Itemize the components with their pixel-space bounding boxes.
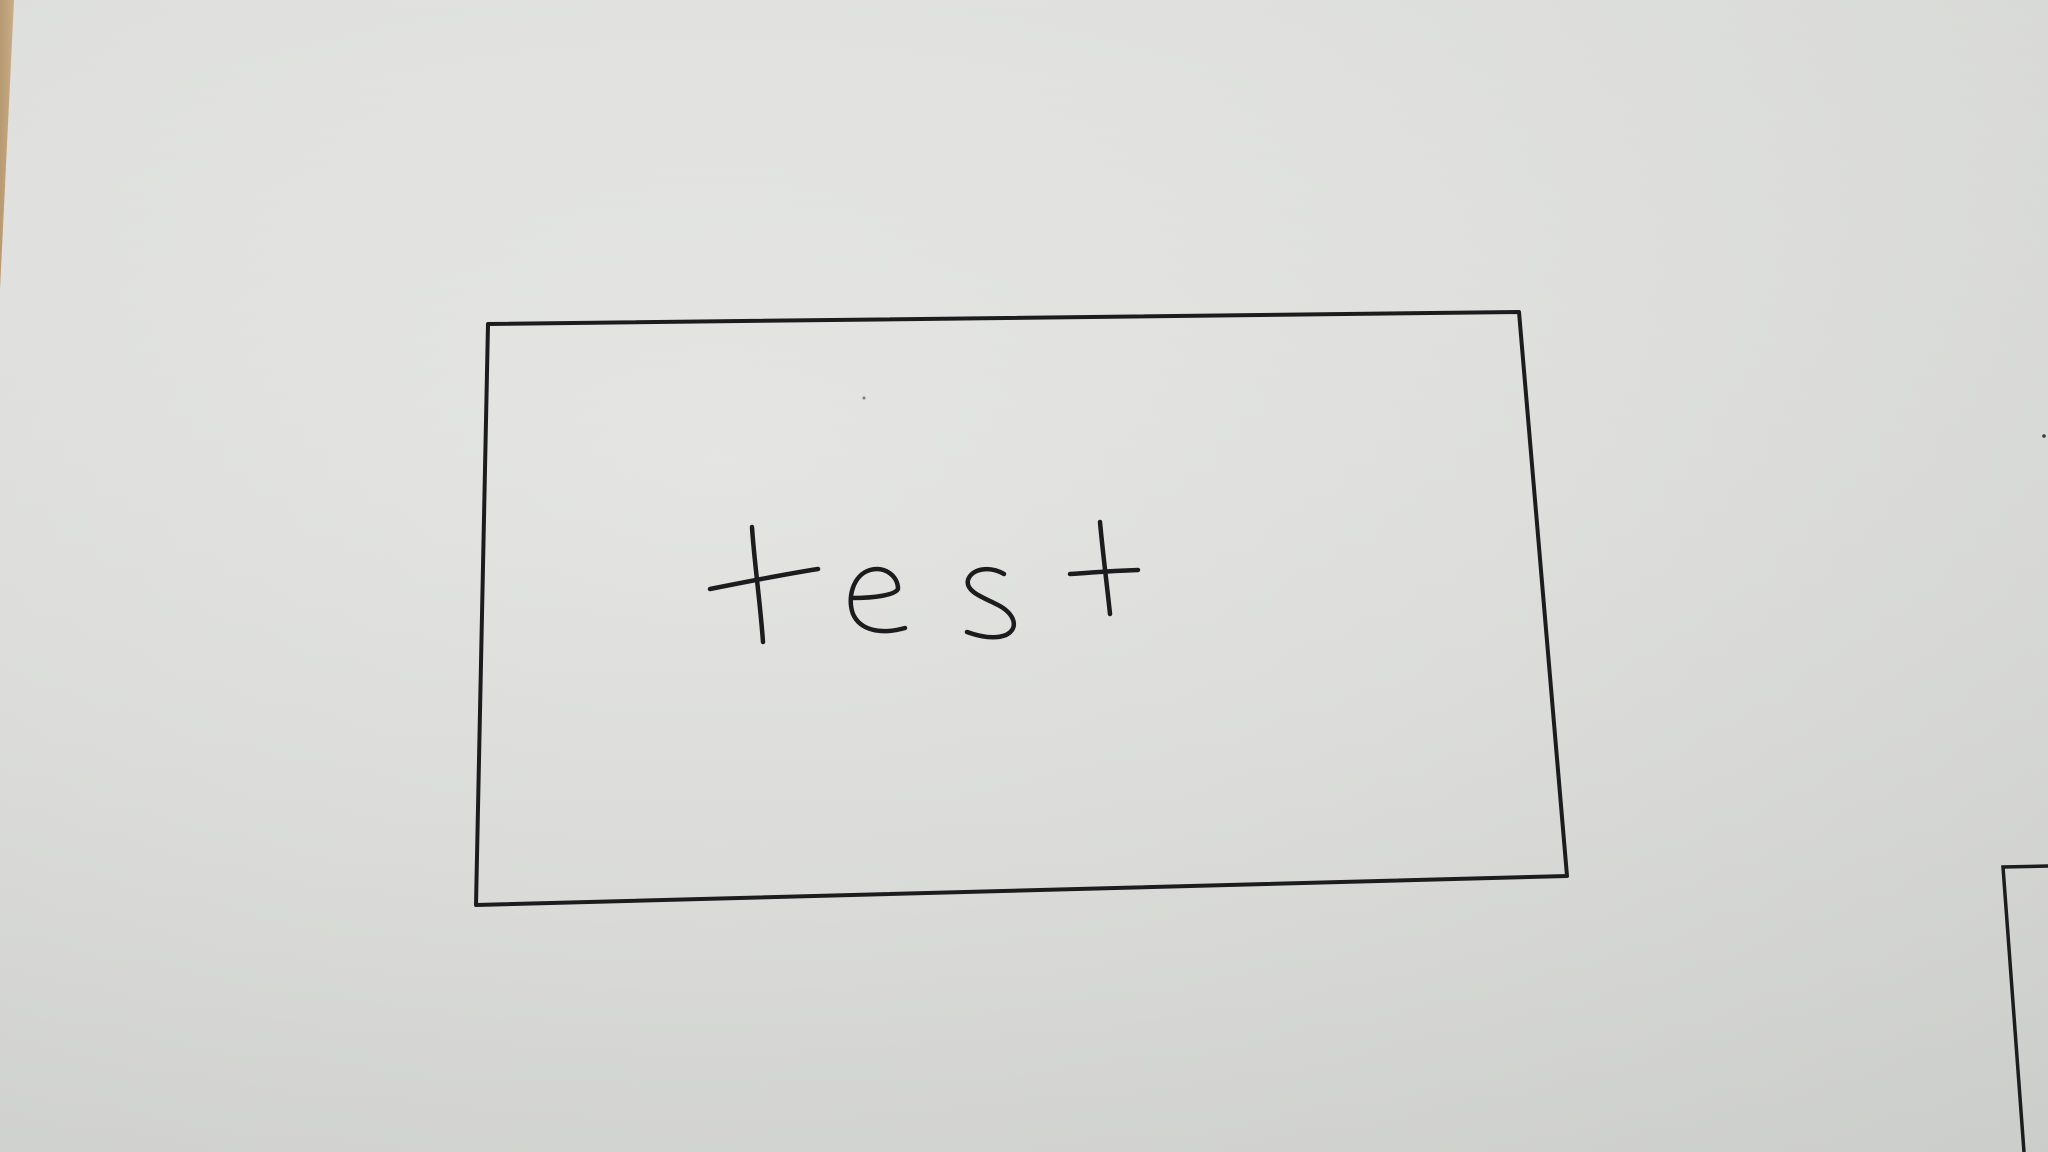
letter-t-1 bbox=[749, 524, 766, 645]
photo-scene: test bbox=[0, 0, 2048, 1152]
paper-speck bbox=[2042, 434, 2046, 438]
paper-speck bbox=[862, 396, 866, 400]
letter-e bbox=[848, 566, 908, 634]
letter-t-2 bbox=[1097, 519, 1113, 617]
letter-s bbox=[964, 566, 1017, 640]
ink-drawing bbox=[474, 310, 2048, 1152]
letter-t-1-cross bbox=[707, 566, 821, 592]
partial-rectangle-right bbox=[2001, 864, 2048, 1152]
drawn-rectangle bbox=[474, 310, 1569, 907]
letter-t-2-cross bbox=[1067, 567, 1141, 577]
handwritten-word bbox=[707, 519, 1141, 645]
